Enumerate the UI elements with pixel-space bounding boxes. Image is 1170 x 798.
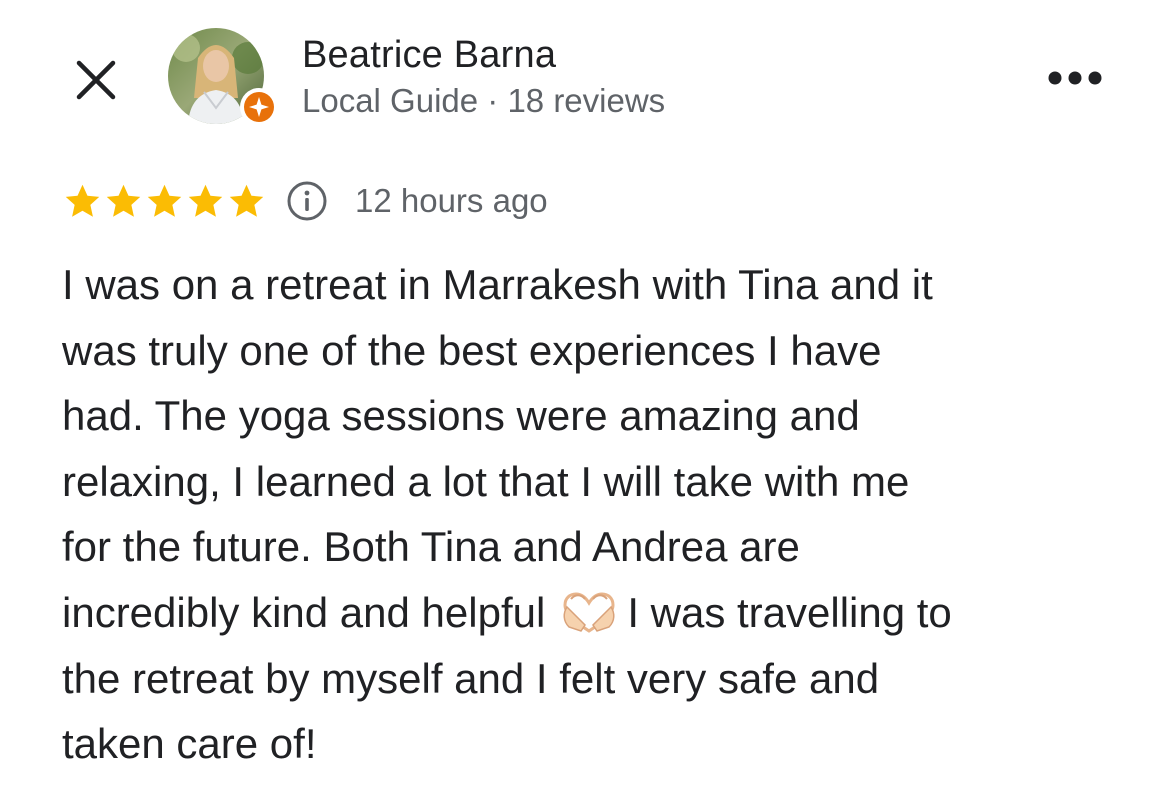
review-line: incredibly kind and helpful I was travel… (62, 580, 1122, 646)
author-meta[interactable]: Local Guide · 18 reviews (302, 82, 665, 120)
review-line: taken care of! (62, 720, 317, 768)
review-line: the retreat by myself and I felt very sa… (62, 654, 880, 702)
review-line-segment: incredibly kind and helpful (62, 588, 546, 636)
review-text: I was on a retreat in Marrakesh with Tin… (62, 252, 1122, 777)
local-guide-star-icon (244, 92, 274, 122)
star-icon (65, 184, 100, 217)
review-line: relaxing, I learned a lot that I will ta… (62, 457, 910, 505)
review-line-segment: I was travelling to (627, 588, 952, 636)
review-time: 12 hours ago (355, 182, 548, 219)
info-icon (287, 181, 327, 221)
review-line: I was on a retreat in Marrakesh with Tin… (62, 261, 933, 308)
review-line: was truly one of the best experiences I … (62, 326, 882, 374)
local-guide-badge (240, 88, 278, 126)
more-options-button[interactable] (1040, 58, 1110, 98)
star-icon (229, 184, 264, 217)
close-icon (76, 60, 116, 100)
review-line: had. The yoga sessions were amazing and (62, 392, 860, 440)
review-line: for the future. Both Tina and Andrea are (62, 523, 800, 571)
close-button[interactable] (68, 52, 124, 108)
star-icon (106, 184, 141, 217)
rating-row: 12 hours ago (62, 176, 548, 226)
star-rating (62, 181, 267, 222)
info-button[interactable] (285, 179, 329, 223)
star-icon (188, 184, 223, 217)
heart-hands-emoji-icon (563, 592, 615, 633)
star-icon (147, 184, 182, 217)
author-name[interactable]: Beatrice Barna (302, 34, 556, 77)
more-horizontal-icon (1048, 71, 1102, 85)
author-avatar-group[interactable] (168, 28, 278, 128)
